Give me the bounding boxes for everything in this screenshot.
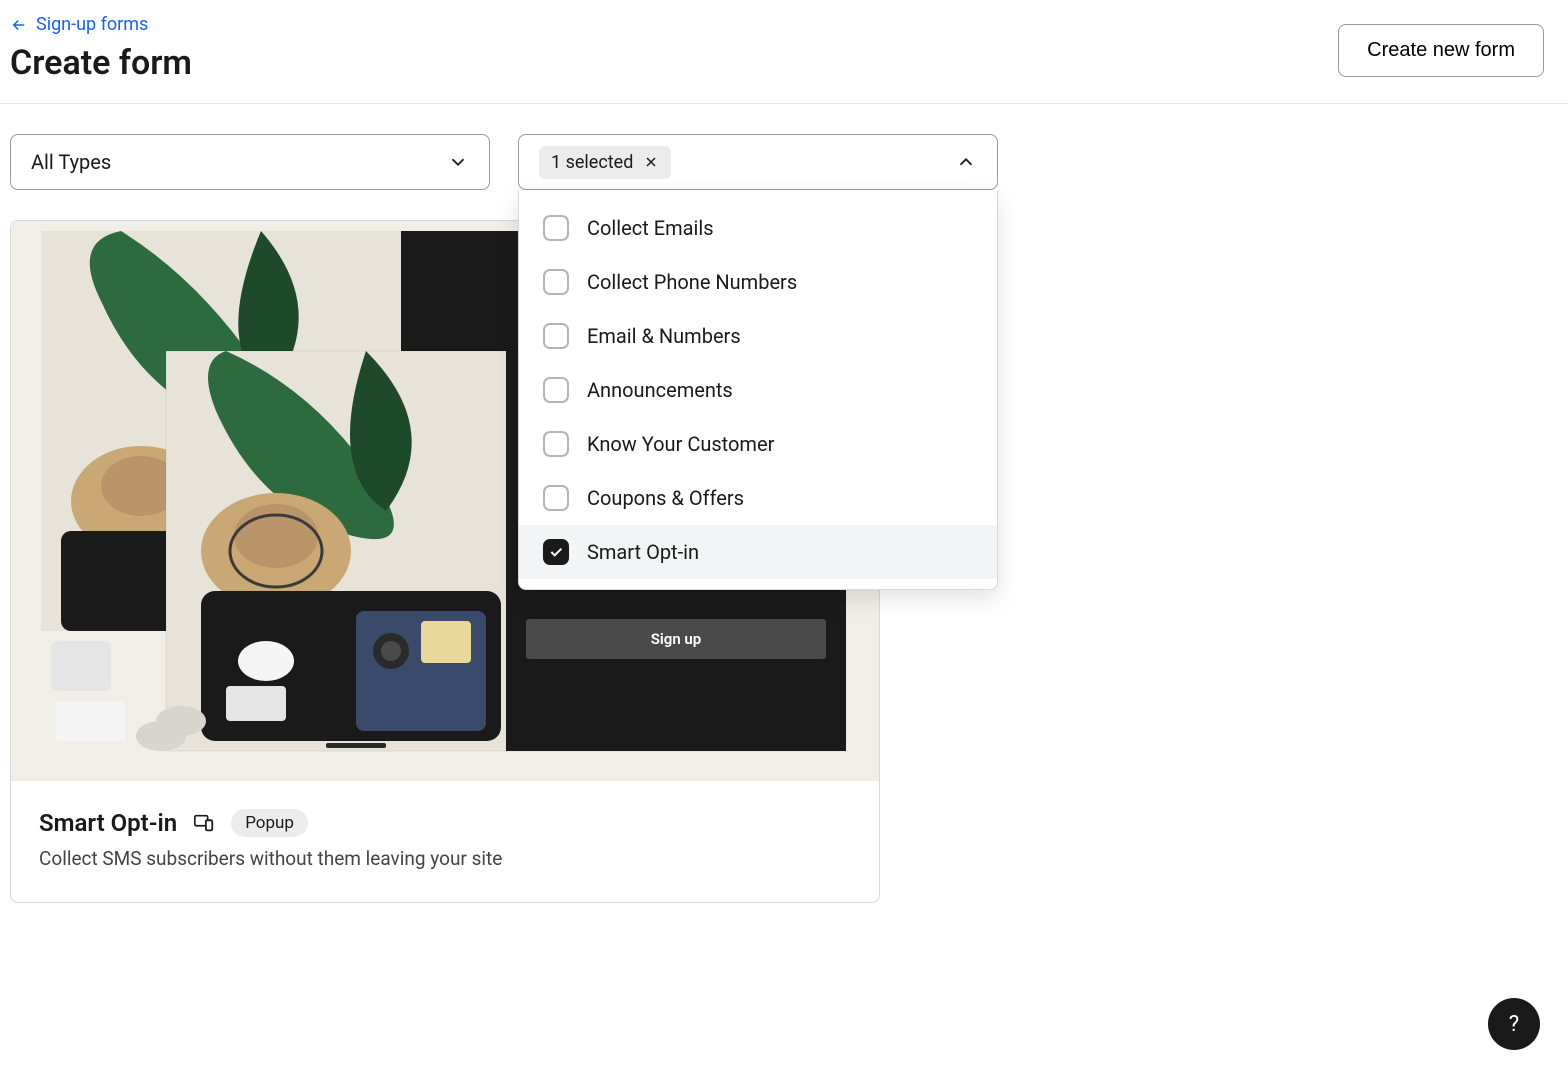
close-icon[interactable] (643, 154, 659, 170)
category-option-label: Collect Emails (587, 216, 714, 240)
template-card-body: Smart Opt-in Popup Collect SMS subscribe… (11, 781, 879, 902)
category-filter-dropdown: Collect Emails Collect Phone Numbers Ema… (518, 191, 998, 590)
create-new-form-button[interactable]: Create new form (1338, 24, 1544, 77)
checkbox-unchecked-icon (543, 485, 569, 511)
chevron-up-icon (955, 151, 977, 173)
checkbox-unchecked-icon (543, 269, 569, 295)
category-option-email-numbers[interactable]: Email & Numbers (519, 309, 997, 363)
category-filter-chip-label: 1 selected (551, 152, 633, 173)
checkbox-unchecked-icon (543, 323, 569, 349)
category-option-announcements[interactable]: Announcements (519, 363, 997, 417)
checkbox-unchecked-icon (543, 215, 569, 241)
category-option-collect-emails[interactable]: Collect Emails (519, 201, 997, 255)
type-filter-select[interactable]: All Types (10, 134, 490, 190)
category-filter-select[interactable]: 1 selected Collect Emails Collect Phone … (518, 134, 998, 190)
category-option-collect-phone-numbers[interactable]: Collect Phone Numbers (519, 255, 997, 309)
category-option-label: Announcements (587, 378, 733, 402)
category-option-label: Know Your Customer (587, 432, 774, 456)
category-option-label: Smart Opt-in (587, 540, 699, 564)
category-option-label: Coupons & Offers (587, 486, 744, 510)
category-option-label: Collect Phone Numbers (587, 270, 797, 294)
breadcrumb-label: Sign-up forms (36, 14, 148, 35)
category-option-smart-opt-in[interactable]: Smart Opt-in (519, 525, 997, 579)
arrow-left-icon (10, 16, 28, 34)
checkbox-unchecked-icon (543, 431, 569, 457)
category-option-coupons-offers[interactable]: Coupons & Offers (519, 471, 997, 525)
checkbox-unchecked-icon (543, 377, 569, 403)
type-filter-label: All Types (31, 150, 111, 174)
template-badge: Popup (231, 809, 308, 837)
help-button[interactable]: ? (1488, 998, 1540, 1050)
page-title: Create form (10, 43, 192, 83)
category-option-know-your-customer[interactable]: Know Your Customer (519, 417, 997, 471)
breadcrumb-back[interactable]: Sign-up forms (10, 14, 192, 35)
devices-icon (193, 812, 215, 834)
checkbox-checked-icon (543, 539, 569, 565)
chevron-down-icon (447, 151, 469, 173)
help-icon-label: ? (1509, 1012, 1519, 1037)
template-description: Collect SMS subscribers without them lea… (39, 847, 851, 870)
category-option-label: Email & Numbers (587, 324, 741, 348)
category-filter-chip: 1 selected (539, 146, 671, 179)
preview-signup-button-label: Sign up (651, 630, 702, 648)
template-title: Smart Opt-in (39, 809, 177, 837)
